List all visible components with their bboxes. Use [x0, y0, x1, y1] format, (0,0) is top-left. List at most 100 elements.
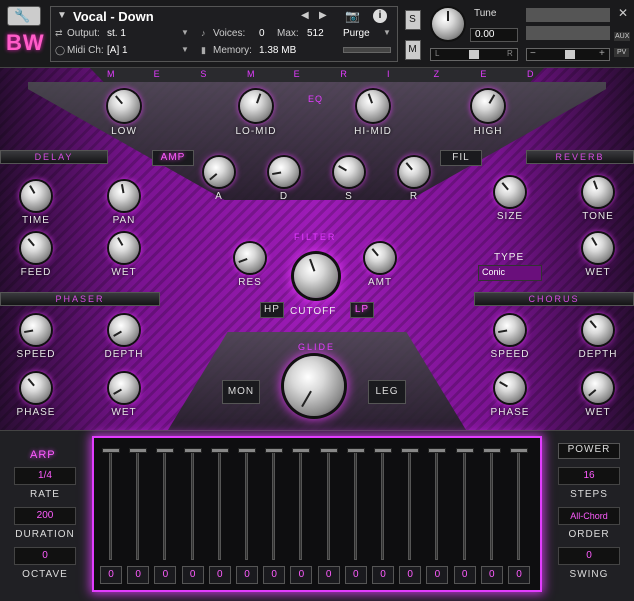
fil-button[interactable]: FIL [440, 150, 482, 166]
swing-value[interactable]: 0 [558, 547, 620, 565]
reverb-type-select[interactable]: Conic [478, 265, 542, 281]
pan-handle[interactable] [469, 50, 479, 59]
volume-handle[interactable] [565, 50, 575, 59]
step-fader-handle[interactable] [455, 448, 474, 453]
env-decay-knob[interactable] [269, 157, 299, 187]
reverb-wet-knob[interactable] [583, 233, 613, 263]
pan-slider[interactable]: L R [430, 48, 518, 61]
glide-time-knob[interactable] [284, 356, 344, 416]
step-fader-rail[interactable] [272, 452, 276, 560]
step-fader-rail[interactable] [381, 452, 384, 560]
lp-button[interactable]: LP [350, 302, 374, 318]
sequencer-step[interactable]: 0 [263, 446, 286, 586]
collapse-arrow-icon[interactable]: ▼ [57, 10, 67, 21]
max-value[interactable]: 512 [307, 28, 324, 39]
step-fader-rail[interactable] [326, 452, 330, 560]
step-fader-rail[interactable] [462, 452, 466, 560]
output-value[interactable]: st. 1 [107, 28, 126, 39]
purge-dropdown-icon[interactable]: ▼ [383, 28, 391, 37]
midi-dropdown-icon[interactable]: ▼ [181, 45, 189, 54]
tune-value-box[interactable]: 0.00 [470, 28, 518, 42]
volume-slider[interactable]: − + [526, 48, 610, 61]
close-button[interactable]: ✕ [616, 6, 630, 20]
step-fader-rail[interactable] [245, 452, 248, 560]
delay-wet-knob[interactable] [109, 233, 139, 263]
env-release-knob[interactable] [399, 157, 429, 187]
output-dropdown-icon[interactable]: ▼ [181, 28, 189, 37]
purge-button[interactable]: Purge [343, 28, 370, 39]
step-fader-rail[interactable] [408, 452, 412, 560]
step-fader-rail[interactable] [353, 452, 357, 560]
prev-instrument-icon[interactable]: ◀ [301, 10, 309, 21]
aux-button[interactable]: AUX [614, 32, 631, 41]
step-fader-handle[interactable] [401, 448, 420, 453]
hp-button[interactable]: HP [260, 302, 284, 318]
step-fader-handle[interactable] [102, 448, 120, 453]
volume-minus[interactable]: − [530, 48, 536, 59]
mute-button[interactable]: M [405, 40, 421, 60]
sequencer-step[interactable]: 0 [127, 446, 150, 586]
sequencer-step[interactable]: 0 [208, 446, 231, 586]
filter-amt-knob[interactable] [365, 243, 395, 273]
phaser-depth-knob[interactable] [109, 315, 139, 345]
step-fader-handle[interactable] [210, 448, 229, 453]
duration-value[interactable]: 200 [14, 507, 76, 525]
sequencer-step[interactable]: 0 [399, 446, 422, 586]
info-icon[interactable]: i [373, 9, 387, 23]
delay-feed-knob[interactable] [21, 233, 51, 263]
phaser-speed-knob[interactable] [21, 315, 51, 345]
chorus-depth-knob[interactable] [583, 315, 613, 345]
rate-value[interactable]: 1/4 [14, 467, 76, 485]
step-fader-handle[interactable] [292, 448, 311, 453]
step-fader-handle[interactable] [428, 448, 447, 453]
step-fader-rail[interactable] [517, 452, 520, 560]
sequencer-step[interactable]: 0 [453, 446, 476, 586]
chorus-phase-knob[interactable] [495, 373, 525, 403]
eq-lo-mid-knob[interactable] [240, 90, 272, 122]
mon-button[interactable]: MON [222, 380, 260, 404]
sequencer-step[interactable]: 0 [317, 446, 340, 586]
sequencer-step[interactable]: 0 [426, 446, 449, 586]
step-fader-rail[interactable] [163, 452, 167, 560]
filter-res-knob[interactable] [235, 243, 265, 273]
step-fader-handle[interactable] [319, 448, 338, 453]
next-instrument-icon[interactable]: ▶ [319, 10, 327, 21]
filter-cutoff-knob[interactable] [294, 254, 338, 298]
volume-plus[interactable]: + [599, 48, 605, 59]
step-fader-handle[interactable] [265, 448, 284, 453]
chorus-wet-knob[interactable] [583, 373, 613, 403]
sequencer-step[interactable]: 0 [290, 446, 313, 586]
step-fader-rail[interactable] [190, 452, 194, 560]
env-attack-knob[interactable] [204, 157, 234, 187]
step-fader-rail[interactable] [299, 452, 303, 560]
sequencer-step[interactable]: 0 [344, 446, 367, 586]
step-fader-handle[interactable] [183, 448, 202, 453]
amp-button[interactable]: AMP [152, 150, 194, 166]
delay-time-knob[interactable] [21, 181, 51, 211]
pv-button[interactable]: PV [614, 48, 630, 57]
solo-button[interactable]: S [405, 10, 421, 30]
eq-high-knob[interactable] [472, 90, 504, 122]
step-fader-handle[interactable] [374, 448, 392, 453]
sequencer-step[interactable]: 0 [100, 446, 122, 586]
delay-pan-knob[interactable] [109, 181, 139, 211]
chorus-speed-knob[interactable] [495, 315, 525, 345]
tune-knob[interactable] [432, 8, 464, 40]
step-fader-handle[interactable] [346, 448, 365, 453]
camera-icon[interactable]: 📷 [345, 9, 360, 23]
step-fader-handle[interactable] [156, 448, 175, 453]
order-value[interactable]: All-Chord [558, 507, 620, 525]
sequencer-step[interactable]: 0 [181, 446, 204, 586]
power-button[interactable]: POWER [558, 443, 620, 459]
eq-low-knob[interactable] [108, 90, 140, 122]
octave-value[interactable]: 0 [14, 547, 76, 565]
instrument-name[interactable]: Vocal - Down [73, 9, 154, 24]
leg-button[interactable]: LEG [368, 380, 406, 404]
reverb-tone-knob[interactable] [583, 177, 613, 207]
step-fader-handle[interactable] [510, 448, 528, 453]
sequencer-step[interactable]: 0 [236, 446, 258, 586]
step-fader-rail[interactable] [489, 452, 493, 560]
reverb-size-knob[interactable] [495, 177, 525, 207]
steps-value[interactable]: 16 [558, 467, 620, 485]
eq-hi-mid-knob[interactable] [357, 90, 389, 122]
